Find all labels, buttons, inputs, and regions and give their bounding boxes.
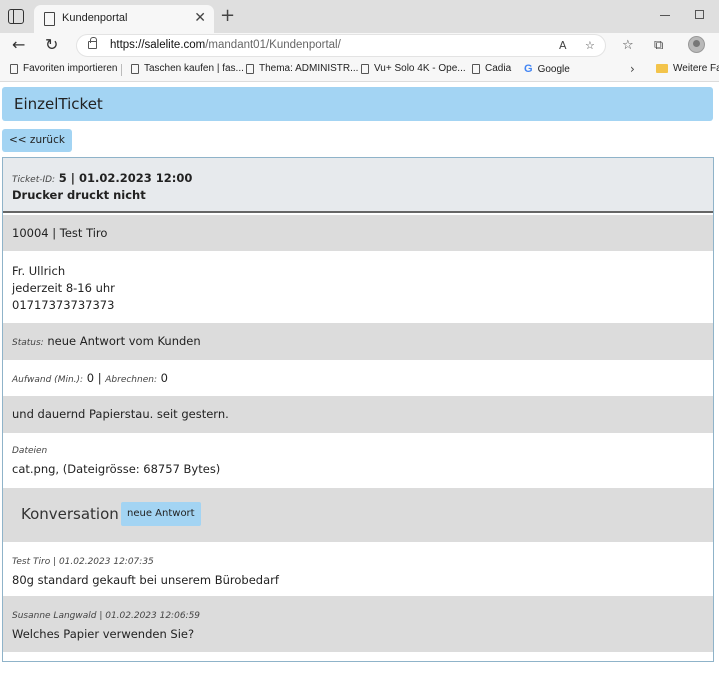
favorite-item[interactable]: Taschen kaufen | fas... — [131, 63, 244, 74]
ticket-id-label: Ticket-ID: — [12, 175, 56, 185]
ticket-header: Ticket-ID: 5 | 01.02.2023 12:00 Drucker … — [3, 158, 713, 213]
conversation-title: Konversation — [21, 505, 119, 523]
favorite-item[interactable]: G Google — [524, 63, 570, 75]
billing-label: Abrechnen: — [105, 375, 157, 385]
description-row: und dauernd Papierstau. seit gestern. — [3, 396, 713, 433]
divider — [121, 64, 122, 76]
status-label: Status: — [12, 338, 44, 348]
collections-icon[interactable]: ⧉ — [654, 38, 663, 53]
favorite-import[interactable]: Favoriten importieren — [10, 63, 117, 74]
billing-value: 0 — [160, 371, 168, 385]
page-icon — [361, 63, 369, 74]
status-row: Status: neue Antwort vom Kunden — [3, 323, 713, 360]
back-arrow-icon[interactable]: ← — [12, 35, 25, 54]
read-aloud-icon[interactable]: A — [559, 39, 567, 52]
message-item: Test Tiro | 01.02.2023 12:07:35 80g stan… — [3, 542, 713, 596]
effort-label: Aufwand (Min.): — [12, 375, 84, 385]
effort-row: Aufwand (Min.): 0 | Abrechnen: 0 — [3, 360, 713, 396]
separator: | — [97, 371, 102, 385]
ticket-id-value: 5 | 01.02.2023 12:00 — [58, 171, 193, 185]
file-link[interactable]: cat.png, (Dateigrösse: 68757 Bytes) — [12, 462, 220, 476]
message-text: Welches Papier verwenden Sie? — [12, 627, 195, 641]
message-text: 80g standard gekauft bei unserem Bürobed… — [12, 573, 279, 587]
reload-icon[interactable]: ↻ — [45, 35, 58, 54]
status-value: neue Antwort vom Kunden — [47, 334, 201, 348]
message-meta: Test Tiro | 01.02.2023 12:07:35 — [12, 557, 154, 567]
message-item: Susanne Langwald | 01.02.2023 12:06:59 W… — [3, 596, 713, 652]
maximize-icon[interactable] — [695, 10, 704, 19]
page-icon — [246, 63, 254, 74]
new-reply-button[interactable]: neue Antwort — [121, 502, 201, 526]
new-tab-icon[interactable]: + — [220, 5, 235, 26]
lock-icon[interactable] — [88, 37, 97, 49]
add-favorite-icon[interactable]: ☆ — [585, 39, 595, 52]
favorites-icon[interactable]: ☆ — [622, 38, 634, 53]
favorite-item[interactable]: Cadia — [472, 63, 511, 74]
url-text[interactable]: https://salelite.com/mandant01/Kundenpor… — [110, 39, 341, 51]
contact-info: Fr. Ullrich jederzeit 8-16 uhr 017173737… — [3, 251, 713, 323]
page-icon — [472, 63, 480, 74]
address-toolbar: ← ↻ https://salelite.com/mandant01/Kunde… — [0, 33, 719, 58]
close-tab-icon[interactable]: ✕ — [194, 10, 206, 26]
conversation-header: Konversation neue Antwort — [3, 488, 713, 542]
favorites-bar: Favoriten importieren Taschen kaufen | f… — [0, 58, 719, 82]
contact-phone: 01717373737373 — [12, 298, 115, 312]
favorite-item[interactable]: Thema: ADMINISTR... — [246, 63, 358, 74]
favorite-item[interactable]: Vu+ Solo 4K - Ope... — [361, 63, 466, 74]
files-row: Dateien cat.png, (Dateigrösse: 68757 Byt… — [3, 433, 713, 488]
page-content: EinzelTicket << zurück Ticket-ID: 5 | 01… — [0, 83, 719, 688]
customer-row: 10004 | Test Tiro — [3, 215, 713, 251]
message-meta: Susanne Langwald | 01.02.2023 12:06:59 — [12, 611, 201, 621]
page-icon — [44, 12, 55, 26]
contact-name: Fr. Ullrich — [12, 264, 66, 278]
google-icon: G — [524, 63, 533, 75]
address-bar[interactable]: https://salelite.com/mandant01/Kundenpor… — [76, 34, 606, 57]
effort-value: 0 — [86, 371, 95, 385]
ticket-id-line: Ticket-ID: 5 | 01.02.2023 12:00 — [12, 171, 192, 185]
tab-title: Kundenportal — [62, 12, 128, 24]
vertical-tabs-icon[interactable] — [8, 9, 24, 24]
page-title: EinzelTicket — [14, 95, 103, 113]
folder-icon — [656, 64, 668, 73]
browser-tab[interactable]: Kundenportal ✕ — [34, 5, 214, 33]
ticket-card: Ticket-ID: 5 | 01.02.2023 12:00 Drucker … — [2, 157, 714, 662]
browser-tab-bar: Kundenportal ✕ + — [0, 0, 719, 33]
ticket-subject: Drucker druckt nicht — [12, 188, 146, 202]
minimize-icon[interactable] — [660, 15, 670, 16]
files-label: Dateien — [12, 446, 48, 456]
profile-avatar[interactable] — [688, 36, 705, 53]
back-button[interactable]: << zurück — [2, 129, 72, 152]
chevron-right-icon[interactable]: › — [630, 62, 635, 76]
favorite-folder[interactable]: Weitere Fav — [656, 63, 719, 74]
page-header: EinzelTicket — [2, 87, 713, 121]
page-icon — [131, 63, 139, 74]
contact-availability: jederzeit 8-16 uhr — [12, 281, 115, 295]
import-icon — [10, 63, 18, 74]
